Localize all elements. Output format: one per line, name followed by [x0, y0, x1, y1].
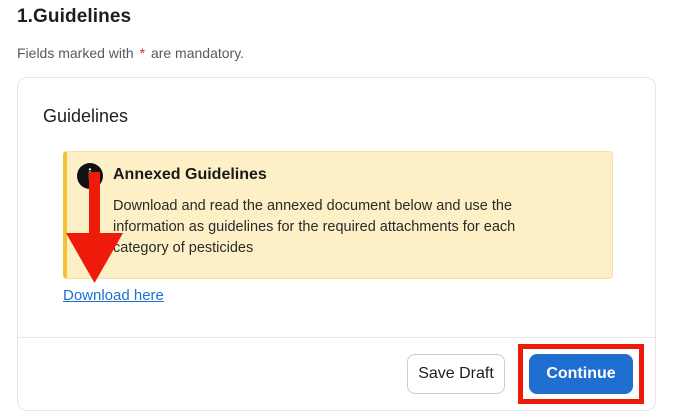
card-footer-divider [18, 337, 655, 338]
alert-text: Download and read the annexed document b… [113, 198, 516, 256]
mandatory-note-suffix: are mandatory. [150, 45, 245, 61]
required-asterisk: * [139, 45, 146, 61]
card-title: Guidelines [43, 106, 129, 126]
page-title: 1.Guidelines [17, 6, 132, 27]
download-link[interactable]: Download here [63, 287, 164, 304]
annexed-guidelines-alert: i Annexed Guidelines Download and read t… [63, 151, 613, 279]
mandatory-note: Fields marked with * are mandatory. [17, 45, 244, 61]
save-draft-button[interactable]: Save Draft [407, 354, 505, 394]
continue-button[interactable]: Continue [529, 354, 633, 394]
info-icon: i [77, 163, 103, 189]
alert-title: Annexed Guidelines [113, 166, 267, 183]
mandatory-note-prefix: Fields marked with [17, 45, 134, 61]
guidelines-card: Guidelines i Annexed Guidelines Download… [17, 77, 656, 411]
